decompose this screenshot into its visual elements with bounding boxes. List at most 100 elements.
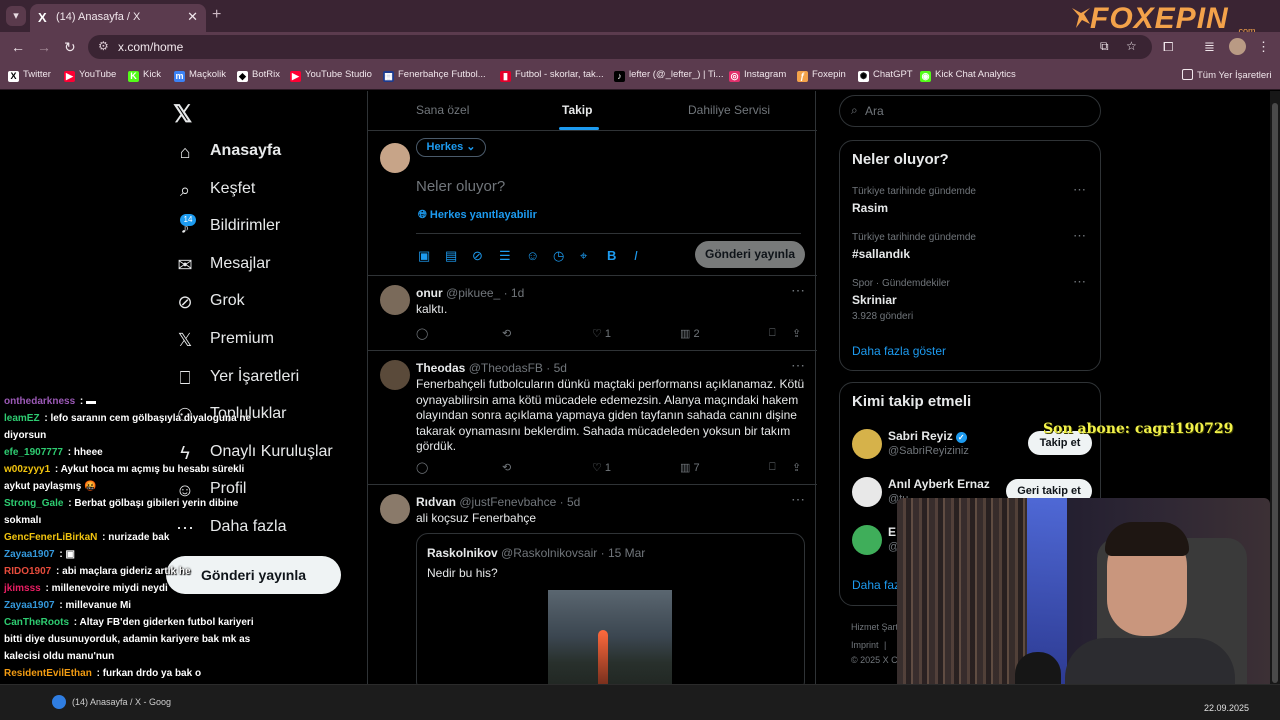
scrollbar-thumb[interactable] (1272, 103, 1278, 683)
tweet-more-icon[interactable]: ⋯ (791, 357, 805, 374)
bookmark-item[interactable]: ✺ ChatGPT (858, 69, 913, 82)
suggestion-name[interactable]: Anıl Ayberk Ernaz (888, 477, 990, 491)
bookmark-star-icon[interactable]: ☆ (1126, 39, 1137, 53)
reply-icon[interactable]: ◯ (416, 327, 428, 340)
tab-search-button[interactable]: ▾ (6, 6, 26, 26)
reply-setting[interactable]: 🌐︎ Herkes yanıtlayabilir (418, 209, 537, 222)
media-control-icon[interactable]: ≣ (1204, 39, 1215, 55)
retweet-icon[interactable]: ⟲ (502, 461, 511, 474)
views-button[interactable]: ▥ 7 (680, 461, 700, 474)
suggestion-avatar[interactable] (852, 429, 882, 459)
url-bar[interactable]: ⚙ x.com/home ⧉ ☆ (88, 35, 1152, 59)
share-icon[interactable]: ⇪ (792, 461, 801, 474)
tweet-avatar[interactable] (380, 285, 410, 315)
trend-more-icon[interactable]: ⋯ (1073, 274, 1086, 290)
quote-image[interactable] (548, 590, 672, 684)
suggestion-name[interactable]: E (888, 525, 896, 539)
views-button[interactable]: ▥ 2 (680, 327, 700, 340)
tweet-author-name[interactable]: Theodas (416, 361, 465, 375)
quote-time[interactable]: 15 Mar (608, 546, 645, 560)
bookmark-item[interactable]: ▶ YouTube (64, 69, 116, 82)
bookmark-item[interactable]: ▦ Fenerbahçe Futbol... (383, 69, 486, 82)
audience-selector[interactable]: Herkes ⌄ (416, 138, 486, 157)
trend-item[interactable]: Türkiye tarihinde gündemde Rasim ⋯ (852, 182, 1092, 215)
trend-item[interactable]: Spor · Gündemdekiler Skriniar 3.928 gönd… (852, 274, 1092, 322)
tab-dahiliye-servisi[interactable]: Dahiliye Servisi (688, 103, 770, 117)
tweet-handle[interactable]: @pikuee_ (446, 286, 500, 300)
search-input[interactable]: Ara (865, 104, 884, 118)
compose-post-button[interactable]: Gönderi yayınla (695, 241, 805, 268)
share-icon[interactable]: ⇪ (792, 327, 801, 340)
forward-icon[interactable]: → (37, 39, 51, 55)
bookmark-item[interactable]: ◉ Kick Chat Analytics (920, 69, 1016, 82)
compose-input[interactable]: Neler oluyor? (416, 178, 505, 195)
tab-for-you[interactable]: Sana özel (416, 103, 469, 117)
x-logo-icon[interactable]: 𝕏 (173, 100, 192, 129)
extensions-icon[interactable]: ⧠ (1163, 39, 1173, 55)
poll-icon[interactable]: ☰ (499, 248, 526, 264)
like-button[interactable]: ♡ 1 (592, 327, 611, 340)
tweet-more-icon[interactable]: ⋯ (791, 282, 805, 299)
bookmark-item[interactable]: ♪ lefter (@_lefter_) | Ti... (614, 69, 723, 82)
quote-author-name[interactable]: Raskolnikov (427, 546, 498, 560)
bold-icon[interactable]: B (607, 248, 634, 263)
back-icon[interactable]: ← (11, 39, 25, 55)
bookmark-item[interactable]: K Kick (128, 69, 161, 82)
tweet-avatar[interactable] (380, 494, 410, 524)
suggestion-name[interactable]: Sabri Reyiz (888, 429, 953, 443)
bookmark-item[interactable]: m Maçkolik (174, 69, 226, 82)
taskbar-window-label[interactable]: (14) Anasayfa / X - Goog (72, 697, 171, 707)
italic-icon[interactable]: I (634, 248, 661, 263)
bookmark-icon[interactable]: ⎕ (769, 461, 776, 474)
quoted-tweet[interactable]: Raskolnikov @Raskolnikovsair · 15 Mar Ne… (416, 533, 805, 684)
bookmark-item[interactable]: ◎ Instagram (729, 69, 786, 82)
url-text[interactable]: x.com/home (118, 40, 183, 54)
browser-menu-icon[interactable]: ⋮ (1257, 39, 1270, 55)
site-info-icon[interactable]: ⚙ (98, 39, 109, 53)
trends-show-more[interactable]: Daha fazla göster (852, 344, 946, 358)
who-show-more[interactable]: Daha faz (852, 578, 900, 592)
trend-more-icon[interactable]: ⋯ (1073, 182, 1086, 198)
close-tab-icon[interactable]: ✕ (187, 9, 198, 25)
suggestion-handle[interactable]: @SabriReyiziniz (888, 445, 969, 457)
tweet-avatar[interactable] (380, 360, 410, 390)
footer-imprint-link[interactable]: Imprint (851, 640, 879, 650)
all-bookmarks-folder[interactable]: Tüm Yer İşaretleri (1182, 69, 1271, 81)
tweet[interactable]: onur @pikuee_ · 1d ⋯ kalktı. ◯ ⟲ ♡ 1 ▥ 2… (368, 276, 817, 351)
profile-avatar[interactable] (1229, 38, 1246, 55)
tweet[interactable]: Theodas @TheodasFB · 5d ⋯ Fenerbahçeli f… (368, 351, 817, 485)
suggestion-avatar[interactable] (852, 477, 882, 507)
location-icon[interactable]: ⌖ (580, 248, 607, 264)
tab-following[interactable]: Takip (562, 103, 592, 117)
tweet[interactable]: Rıdvan @justFenevbahce · 5d ⋯ ali koçsuz… (368, 485, 817, 684)
search-box[interactable]: ⌕ Ara (839, 95, 1101, 127)
schedule-icon[interactable]: ◷ (553, 248, 580, 264)
browser-tab[interactable]: X (14) Anasayfa / X ✕ (30, 4, 206, 32)
quote-handle[interactable]: @Raskolnikovsair (501, 546, 597, 560)
new-tab-icon[interactable]: + (212, 6, 221, 24)
tweet-author-name[interactable]: onur (416, 286, 443, 300)
like-button[interactable]: ♡ 1 (592, 461, 611, 474)
reload-icon[interactable]: ↻ (64, 39, 76, 56)
reply-icon[interactable]: ◯ (416, 461, 428, 474)
gif-icon[interactable]: ▤ (445, 248, 472, 264)
bookmark-item[interactable]: ▶ YouTube Studio (290, 69, 372, 82)
trend-item[interactable]: Türkiye tarihinde gündemde #sallandık ⋯ (852, 228, 1092, 261)
grok-icon[interactable]: ⊘ (472, 248, 499, 264)
chrome-taskbar-icon[interactable] (52, 695, 66, 709)
bookmark-item[interactable]: ▮ Futbol - skorlar, tak... (500, 69, 604, 82)
tweet-more-icon[interactable]: ⋯ (791, 491, 805, 508)
trend-more-icon[interactable]: ⋯ (1073, 228, 1086, 244)
user-avatar[interactable] (380, 143, 410, 173)
bookmark-item[interactable]: X Twitter (8, 69, 51, 82)
page-scrollbar[interactable] (1270, 91, 1280, 684)
bookmark-item[interactable]: ƒ Foxepin (797, 69, 846, 82)
tweet-author-name[interactable]: Rıdvan (416, 495, 456, 509)
footer-terms-link[interactable]: Hizmet Şart (851, 622, 898, 632)
suggestion-avatar[interactable] (852, 525, 882, 555)
tweet-time[interactable]: 5d (567, 495, 580, 509)
bookmark-icon[interactable]: ⎕ (769, 327, 776, 340)
image-icon[interactable]: ▣ (418, 248, 445, 264)
retweet-icon[interactable]: ⟲ (502, 327, 511, 340)
tweet-handle[interactable]: @TheodasFB (469, 361, 543, 375)
